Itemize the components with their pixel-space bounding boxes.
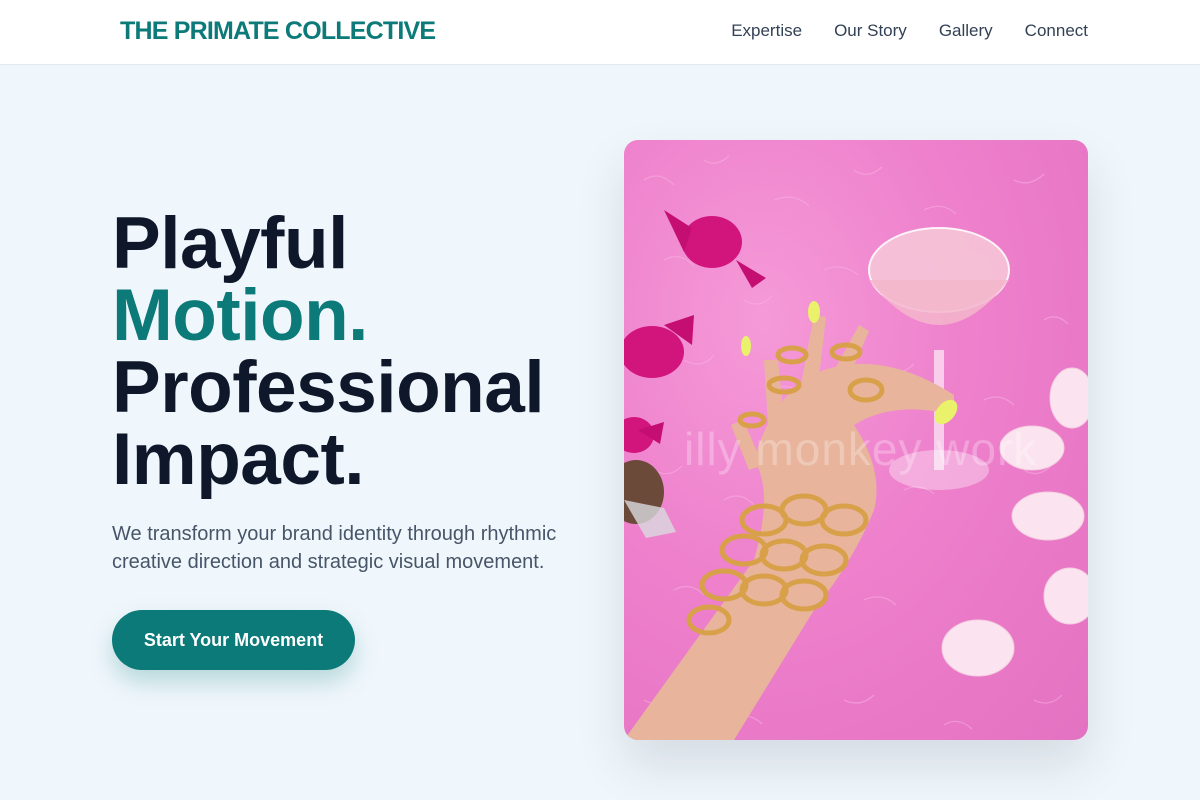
hero-subtitle: We transform your brand identity through… xyxy=(112,523,557,573)
headline-line-1: Playful xyxy=(112,203,348,284)
main-nav: Expertise Our Story Gallery Connect xyxy=(731,21,1088,41)
nav-link-gallery[interactable]: Gallery xyxy=(939,21,993,41)
hero-headline: Playful Motion. Professional Impact. xyxy=(112,203,582,500)
hero-image: illy monkey work xyxy=(624,140,1088,740)
nav-link-connect[interactable]: Connect xyxy=(1025,21,1088,41)
nav-link-our-story[interactable]: Our Story xyxy=(834,21,907,41)
hero-text: Playful Motion. Professional Impact. We … xyxy=(112,203,582,576)
start-movement-button[interactable]: Start Your Movement xyxy=(112,610,355,670)
brand-logo[interactable]: THE PRIMATE COLLECTIVE xyxy=(120,17,436,46)
rose-petals xyxy=(941,367,1088,677)
headline-line-3: Professional xyxy=(112,347,545,428)
headline-line-4: Impact. xyxy=(112,419,365,500)
image-watermark: illy monkey work xyxy=(684,423,1038,475)
site-header: THE PRIMATE COLLECTIVE Expertise Our Sto… xyxy=(0,0,1200,65)
headline-line-2-accent: Motion. xyxy=(112,275,368,356)
nav-link-expertise[interactable]: Expertise xyxy=(731,21,802,41)
